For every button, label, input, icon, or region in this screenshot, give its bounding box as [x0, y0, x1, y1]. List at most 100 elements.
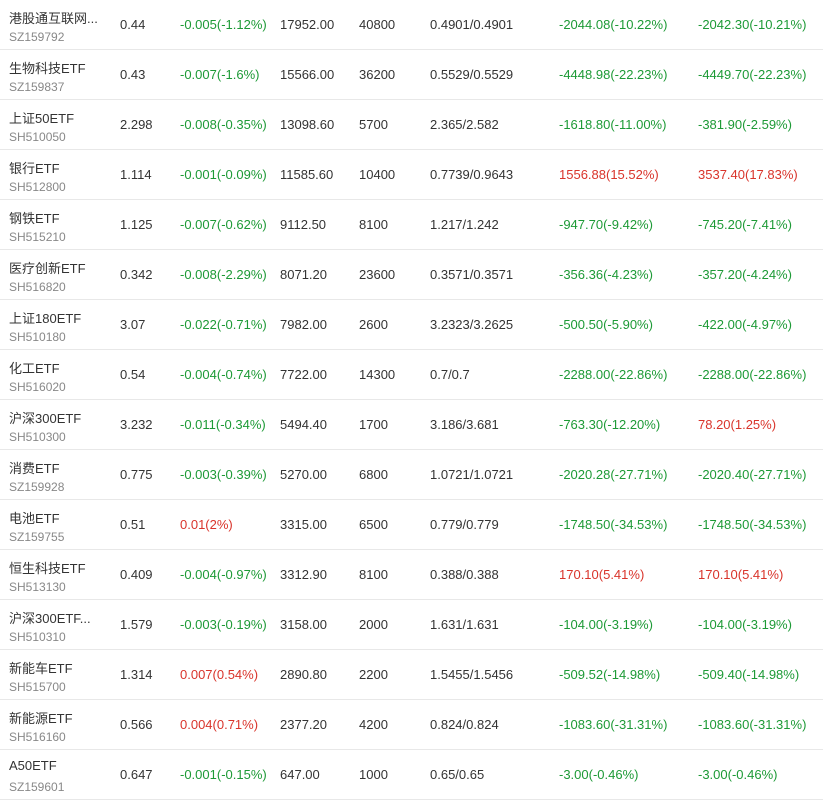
- fund-name[interactable]: 银行ETF: [9, 158, 60, 177]
- fund-name-cell[interactable]: 沪深300ETF SH510300: [9, 400, 109, 450]
- market-value-cell: 7982.00: [280, 317, 327, 332]
- total-profit-loss-cell: 78.20(1.25%): [698, 417, 777, 432]
- profit-loss-cell: -500.50(-5.90%): [559, 317, 653, 332]
- fund-code: SH510300: [9, 430, 66, 444]
- cost-cell: 0.779/0.779: [430, 517, 499, 532]
- change-cell: -0.001(-0.15%): [180, 767, 267, 782]
- fund-name-cell[interactable]: 电池ETF SZ159755: [9, 500, 109, 550]
- fund-name-cell[interactable]: 新能车ETF SH515700: [9, 650, 109, 700]
- table-row[interactable]: 上证180ETF SH510180 3.07 -0.022(-0.71%) 79…: [0, 300, 823, 350]
- table-row[interactable]: 港股通互联网... SZ159792 0.44 -0.005(-1.12%) 1…: [0, 0, 823, 50]
- change-cell: -0.008(-2.29%): [180, 267, 267, 282]
- price-cell: 0.566: [120, 717, 153, 732]
- profit-loss-cell: 170.10(5.41%): [559, 567, 645, 582]
- fund-name-cell[interactable]: 钢铁ETF SH515210: [9, 200, 109, 250]
- fund-name[interactable]: 电池ETF: [9, 508, 60, 527]
- price-cell: 0.51: [120, 517, 146, 532]
- profit-loss-cell: 1556.88(15.52%): [559, 167, 659, 182]
- table-row[interactable]: 钢铁ETF SH515210 1.125 -0.007(-0.62%) 9112…: [0, 200, 823, 250]
- price-cell: 0.43: [120, 67, 146, 82]
- total-profit-loss-cell: -3.00(-0.46%): [698, 767, 778, 782]
- fund-name[interactable]: 上证50ETF: [9, 108, 74, 127]
- change-cell: -0.008(-0.35%): [180, 117, 267, 132]
- cost-cell: 3.2323/3.2625: [430, 317, 514, 332]
- profit-loss-cell: -4448.98(-22.23%): [559, 67, 668, 82]
- cost-cell: 0.4901/0.4901: [430, 17, 514, 32]
- fund-name-cell[interactable]: 新能源ETF SH516160: [9, 700, 109, 750]
- quantity-cell: 40800: [359, 17, 396, 32]
- quantity-cell: 8100: [359, 217, 388, 232]
- market-value-cell: 3158.00: [280, 617, 327, 632]
- cost-cell: 0.7/0.7: [430, 367, 470, 382]
- fund-name[interactable]: 生物科技ETF: [9, 58, 86, 77]
- change-cell: -0.003(-0.39%): [180, 467, 267, 482]
- table-row[interactable]: 上证50ETF SH510050 2.298 -0.008(-0.35%) 13…: [0, 100, 823, 150]
- profit-loss-cell: -3.00(-0.46%): [559, 767, 639, 782]
- fund-code: SZ159601: [9, 780, 65, 794]
- total-profit-loss-cell: -4449.70(-22.23%): [698, 67, 807, 82]
- change-cell: -0.004(-0.74%): [180, 367, 267, 382]
- fund-name[interactable]: 新能源ETF: [9, 708, 73, 727]
- fund-name[interactable]: 新能车ETF: [9, 658, 73, 677]
- fund-code: SH515210: [9, 230, 66, 244]
- fund-name-cell[interactable]: 生物科技ETF SZ159837: [9, 50, 109, 100]
- fund-name[interactable]: 医疗创新ETF: [9, 258, 86, 277]
- fund-name-cell[interactable]: 化工ETF SH516020: [9, 350, 109, 400]
- quantity-cell: 23600: [359, 267, 396, 282]
- cost-cell: 0.65/0.65: [430, 767, 485, 782]
- table-row[interactable]: 消费ETF SZ159928 0.775 -0.003(-0.39%) 5270…: [0, 450, 823, 500]
- fund-name-cell[interactable]: 沪深300ETF... SH510310: [9, 600, 109, 650]
- total-profit-loss-cell: -745.20(-7.41%): [698, 217, 792, 232]
- table-row[interactable]: 沪深300ETF... SH510310 1.579 -0.003(-0.19%…: [0, 600, 823, 650]
- total-profit-loss-cell: 3537.40(17.83%): [698, 167, 798, 182]
- quantity-cell: 10400: [359, 167, 396, 182]
- quantity-cell: 1000: [359, 767, 388, 782]
- quantity-cell: 36200: [359, 67, 396, 82]
- table-row[interactable]: 沪深300ETF SH510300 3.232 -0.011(-0.34%) 5…: [0, 400, 823, 450]
- fund-name[interactable]: 港股通互联网...: [9, 8, 98, 27]
- total-profit-loss-cell: -422.00(-4.97%): [698, 317, 792, 332]
- change-cell: -0.022(-0.71%): [180, 317, 267, 332]
- fund-name-cell[interactable]: 港股通互联网... SZ159792: [9, 0, 109, 50]
- fund-name-cell[interactable]: 上证180ETF SH510180: [9, 300, 109, 350]
- fund-name-cell[interactable]: 医疗创新ETF SH516820: [9, 250, 109, 300]
- total-profit-loss-cell: -104.00(-3.19%): [698, 617, 792, 632]
- fund-name[interactable]: A50ETF: [9, 758, 57, 773]
- total-profit-loss-cell: 170.10(5.41%): [698, 567, 784, 582]
- fund-name-cell[interactable]: 银行ETF SH512800: [9, 150, 109, 200]
- total-profit-loss-cell: -2020.40(-27.71%): [698, 467, 807, 482]
- fund-name[interactable]: 钢铁ETF: [9, 208, 60, 227]
- table-row[interactable]: 医疗创新ETF SH516820 0.342 -0.008(-2.29%) 80…: [0, 250, 823, 300]
- fund-code: SH515700: [9, 680, 66, 694]
- table-row[interactable]: 恒生科技ETF SH513130 0.409 -0.004(-0.97%) 33…: [0, 550, 823, 600]
- change-cell: 0.007(0.54%): [180, 667, 259, 682]
- fund-name[interactable]: 化工ETF: [9, 358, 60, 377]
- table-row[interactable]: 新能源ETF SH516160 0.566 0.004(0.71%) 2377.…: [0, 700, 823, 750]
- total-profit-loss-cell: -1748.50(-34.53%): [698, 517, 807, 532]
- profit-loss-cell: -356.36(-4.23%): [559, 267, 653, 282]
- price-cell: 2.298: [120, 117, 153, 132]
- change-cell: -0.005(-1.12%): [180, 17, 267, 32]
- total-profit-loss-cell: -1083.60(-31.31%): [698, 717, 807, 732]
- price-cell: 0.44: [120, 17, 146, 32]
- fund-name-cell[interactable]: 上证50ETF SH510050: [9, 100, 109, 150]
- table-row[interactable]: 电池ETF SZ159755 0.51 0.01(2%) 3315.00 650…: [0, 500, 823, 550]
- table-row[interactable]: 银行ETF SH512800 1.114 -0.001(-0.09%) 1158…: [0, 150, 823, 200]
- holdings-table: 港股通互联网... SZ159792 0.44 -0.005(-1.12%) 1…: [0, 0, 823, 800]
- table-row[interactable]: 生物科技ETF SZ159837 0.43 -0.007(-1.6%) 1556…: [0, 50, 823, 100]
- table-row[interactable]: A50ETF SZ159601 0.647 -0.001(-0.15%) 647…: [0, 750, 823, 800]
- market-value-cell: 17952.00: [280, 17, 335, 32]
- fund-name[interactable]: 沪深300ETF...: [9, 608, 91, 627]
- fund-code: SZ159928: [9, 480, 65, 494]
- fund-name-cell[interactable]: 恒生科技ETF SH513130: [9, 550, 109, 600]
- table-row[interactable]: 新能车ETF SH515700 1.314 0.007(0.54%) 2890.…: [0, 650, 823, 700]
- fund-name[interactable]: 消费ETF: [9, 458, 60, 477]
- fund-name[interactable]: 沪深300ETF: [9, 408, 81, 427]
- fund-name[interactable]: 上证180ETF: [9, 308, 81, 327]
- total-profit-loss-cell: -509.40(-14.98%): [698, 667, 800, 682]
- fund-name-cell[interactable]: A50ETF SZ159601: [9, 750, 109, 800]
- market-value-cell: 5270.00: [280, 467, 327, 482]
- fund-name-cell[interactable]: 消费ETF SZ159928: [9, 450, 109, 500]
- fund-name[interactable]: 恒生科技ETF: [9, 558, 86, 577]
- table-row[interactable]: 化工ETF SH516020 0.54 -0.004(-0.74%) 7722.…: [0, 350, 823, 400]
